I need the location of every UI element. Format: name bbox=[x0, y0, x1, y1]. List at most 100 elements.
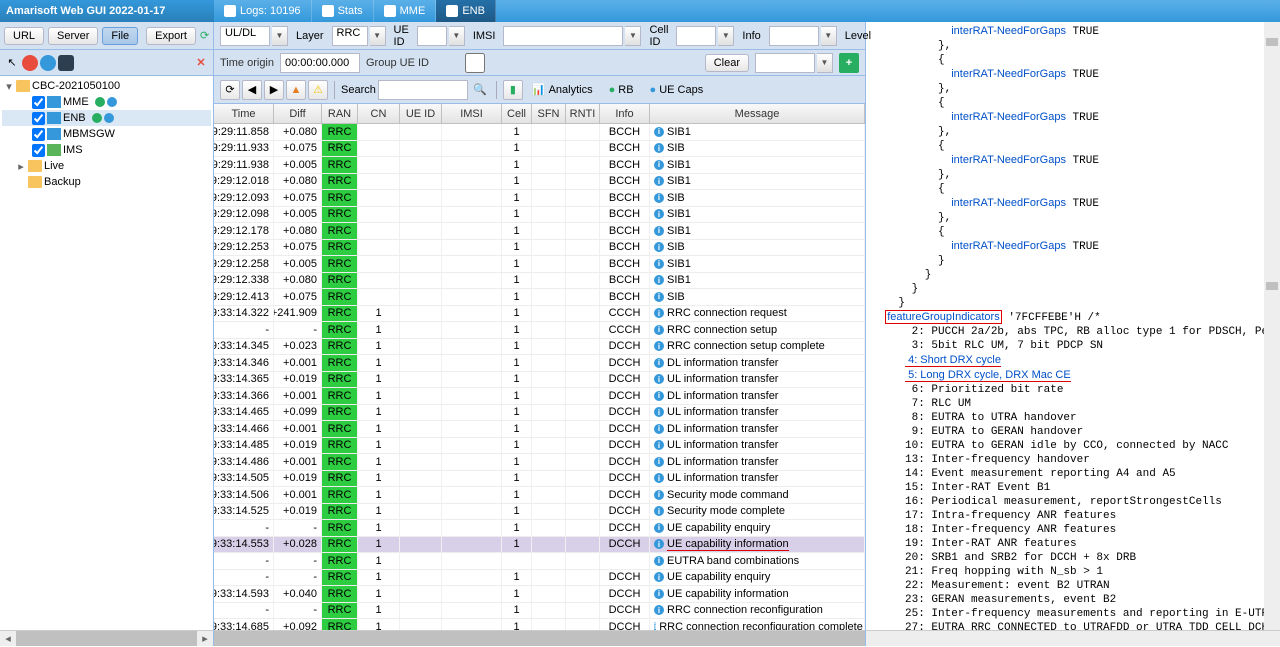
info-icon: i bbox=[654, 143, 664, 153]
left-hscroll[interactable]: ◂▸ bbox=[0, 630, 213, 646]
log-row[interactable]: 19:33:14.322+241.909RRC11CCCHiRRC connec… bbox=[214, 306, 865, 323]
col-ran[interactable]: RAN bbox=[322, 104, 358, 123]
center-hscroll[interactable] bbox=[214, 630, 865, 646]
info-combo[interactable]: ▼ bbox=[769, 26, 837, 46]
refresh2-icon[interactable] bbox=[40, 55, 56, 71]
log-row[interactable]: 19:33:14.486+0.001RRC11DCCHiDL informati… bbox=[214, 454, 865, 471]
log-row[interactable]: 19:33:14.465+0.099RRC11DCCHiUL informati… bbox=[214, 405, 865, 422]
tree-node-mbmsgw[interactable]: MBMSGW bbox=[2, 126, 211, 142]
analytics-button[interactable]: 📊Analytics bbox=[525, 80, 600, 99]
col-cn[interactable]: CN bbox=[358, 104, 400, 123]
log-row[interactable]: 19:29:12.178+0.080RRC1BCCHiSIB1 bbox=[214, 223, 865, 240]
clear-combo[interactable]: ▼ bbox=[755, 53, 833, 73]
log-row[interactable]: 19:29:12.413+0.075RRC1BCCHiSIB bbox=[214, 289, 865, 306]
refresh-grid-icon[interactable]: ⟳ bbox=[220, 80, 240, 100]
log-row[interactable]: 19:33:14.365+0.019RRC11DCCHiUL informati… bbox=[214, 372, 865, 389]
ueid-combo[interactable]: ▼ bbox=[417, 26, 465, 46]
layer-combo[interactable]: RRC▼ bbox=[332, 26, 386, 46]
export-button[interactable]: Export bbox=[146, 27, 196, 45]
group-ueid-check[interactable] bbox=[435, 53, 515, 73]
col-diff[interactable]: Diff bbox=[274, 104, 322, 123]
log-row[interactable]: 19:29:12.093+0.075RRC1BCCHiSIB bbox=[214, 190, 865, 207]
grid-body[interactable]: 19:29:11.858+0.080RRC1BCCHiSIB119:29:11.… bbox=[214, 124, 865, 630]
file-button[interactable]: File bbox=[102, 27, 138, 45]
log-row[interactable]: 19:33:14.685+0.092RRC11DCCHiRRC connecti… bbox=[214, 619, 865, 630]
detail-vscroll[interactable] bbox=[1264, 22, 1280, 630]
log-row[interactable]: 19:33:14.485+0.019RRC11DCCHiUL informati… bbox=[214, 438, 865, 455]
tree-check[interactable] bbox=[32, 112, 45, 125]
cursor-icon[interactable]: ↖ bbox=[4, 55, 20, 71]
log-row[interactable]: 19:33:14.506+0.001RRC11DCCHiSecurity mod… bbox=[214, 487, 865, 504]
log-row[interactable]: 19:33:14.466+0.001RRC11DCCHiDL informati… bbox=[214, 421, 865, 438]
warn2-icon[interactable]: ⚠ bbox=[308, 80, 328, 100]
tab-stats[interactable]: Stats bbox=[312, 0, 374, 22]
detail-text[interactable]: interRAT-NeedForGaps TRUE }, { interRAT-… bbox=[866, 22, 1280, 630]
col-rnti[interactable]: RNTI bbox=[566, 104, 600, 123]
server-button[interactable]: Server bbox=[48, 27, 98, 45]
tab-mme[interactable]: MME bbox=[374, 0, 437, 22]
search-input[interactable] bbox=[378, 80, 468, 100]
log-row[interactable]: --RRC1iEUTRA band combinations bbox=[214, 553, 865, 570]
tree-check[interactable] bbox=[32, 96, 45, 109]
uldl-combo[interactable]: UL/DL▼ bbox=[220, 26, 288, 46]
log-row[interactable]: 19:29:12.098+0.005RRC1BCCHiSIB1 bbox=[214, 207, 865, 224]
log-row[interactable]: --RRC11DCCHiUE capability enquiry bbox=[214, 520, 865, 537]
detail-hscroll[interactable] bbox=[866, 630, 1280, 646]
log-row[interactable]: 19:33:14.525+0.019RRC11DCCHiSecurity mod… bbox=[214, 504, 865, 521]
log-row[interactable]: --RRC11CCCHiRRC connection setup bbox=[214, 322, 865, 339]
tree-check[interactable] bbox=[32, 144, 45, 157]
add-icon[interactable]: + bbox=[839, 53, 859, 73]
tree-check[interactable] bbox=[32, 128, 45, 141]
cellid-combo[interactable]: ▼ bbox=[676, 26, 734, 46]
close-icon[interactable]: ✕ bbox=[193, 55, 209, 71]
log-row[interactable]: 19:29:11.933+0.075RRC1BCCHiSIB bbox=[214, 141, 865, 158]
binoculars-icon[interactable]: 🔍 bbox=[470, 80, 490, 100]
log-row[interactable]: 19:29:12.258+0.005RRC1BCCHiSIB1 bbox=[214, 256, 865, 273]
tree-node-enb[interactable]: ENB bbox=[2, 110, 211, 126]
col-ueid[interactable]: UE ID bbox=[400, 104, 442, 123]
tab-logs[interactable]: Logs: 10196 bbox=[214, 0, 312, 22]
url-button[interactable]: URL bbox=[4, 27, 44, 45]
log-row[interactable]: --RRC11DCCHiUE capability enquiry bbox=[214, 570, 865, 587]
tree-node-mme[interactable]: MME bbox=[2, 94, 211, 110]
tree-backup[interactable]: Backup bbox=[2, 174, 211, 190]
log-row[interactable]: 19:33:14.505+0.019RRC11DCCHiUL informati… bbox=[214, 471, 865, 488]
chart-icon[interactable]: ▮ bbox=[503, 80, 523, 100]
play-dot[interactable] bbox=[104, 113, 114, 123]
col-cell[interactable]: Cell bbox=[502, 104, 532, 123]
log-row[interactable]: 19:33:14.366+0.001RRC11DCCHiDL informati… bbox=[214, 388, 865, 405]
tab-enb[interactable]: ENB bbox=[436, 0, 496, 22]
node-icon bbox=[47, 96, 61, 108]
col-info[interactable]: Info bbox=[600, 104, 650, 123]
log-row[interactable]: --RRC11DCCHiRRC connection reconfigurati… bbox=[214, 603, 865, 620]
log-row[interactable]: 19:29:11.858+0.080RRC1BCCHiSIB1 bbox=[214, 124, 865, 141]
prev-icon[interactable]: ◀ bbox=[242, 80, 262, 100]
col-imsi[interactable]: IMSI bbox=[442, 104, 502, 123]
log-row[interactable]: 19:33:14.593+0.040RRC11DCCHiUE capabilit… bbox=[214, 586, 865, 603]
log-row[interactable]: 19:29:12.253+0.075RRC1BCCHiSIB bbox=[214, 240, 865, 257]
log-row[interactable]: 19:29:12.018+0.080RRC1BCCHiSIB1 bbox=[214, 174, 865, 191]
tree-root[interactable]: ▾CBC-2021050100 bbox=[2, 78, 211, 94]
info-icon: i bbox=[654, 209, 664, 219]
tree-node-ims[interactable]: IMS bbox=[2, 142, 211, 158]
log-row[interactable]: 19:33:14.345+0.023RRC11DCCHiRRC connecti… bbox=[214, 339, 865, 356]
col-time[interactable]: Time bbox=[214, 104, 274, 123]
play-dot[interactable] bbox=[107, 97, 117, 107]
tree-live[interactable]: ▸Live bbox=[2, 158, 211, 174]
log-row[interactable]: 19:29:12.338+0.080RRC1BCCHiSIB1 bbox=[214, 273, 865, 290]
refresh-icon[interactable]: ⟳ bbox=[200, 28, 209, 44]
rb-button[interactable]: ●RB bbox=[602, 81, 641, 99]
clear-button[interactable]: Clear bbox=[705, 54, 749, 72]
next-icon[interactable]: ▶ bbox=[264, 80, 284, 100]
imsi-combo[interactable]: ▼ bbox=[503, 26, 641, 46]
log-row[interactable]: 19:33:14.346+0.001RRC11DCCHiDL informati… bbox=[214, 355, 865, 372]
log-row[interactable]: 19:33:14.553+0.028RRC11DCCHiUE capabilit… bbox=[214, 537, 865, 554]
uecaps-button[interactable]: ●UE Caps bbox=[643, 81, 711, 99]
record-icon[interactable] bbox=[22, 55, 38, 71]
col-sfn[interactable]: SFN bbox=[532, 104, 566, 123]
col-message[interactable]: Message bbox=[650, 104, 865, 123]
log-row[interactable]: 19:29:11.938+0.005RRC1BCCHiSIB1 bbox=[214, 157, 865, 174]
time-origin-input[interactable] bbox=[280, 53, 360, 73]
pause-icon[interactable] bbox=[58, 55, 74, 71]
warn-icon[interactable]: ▲ bbox=[286, 80, 306, 100]
